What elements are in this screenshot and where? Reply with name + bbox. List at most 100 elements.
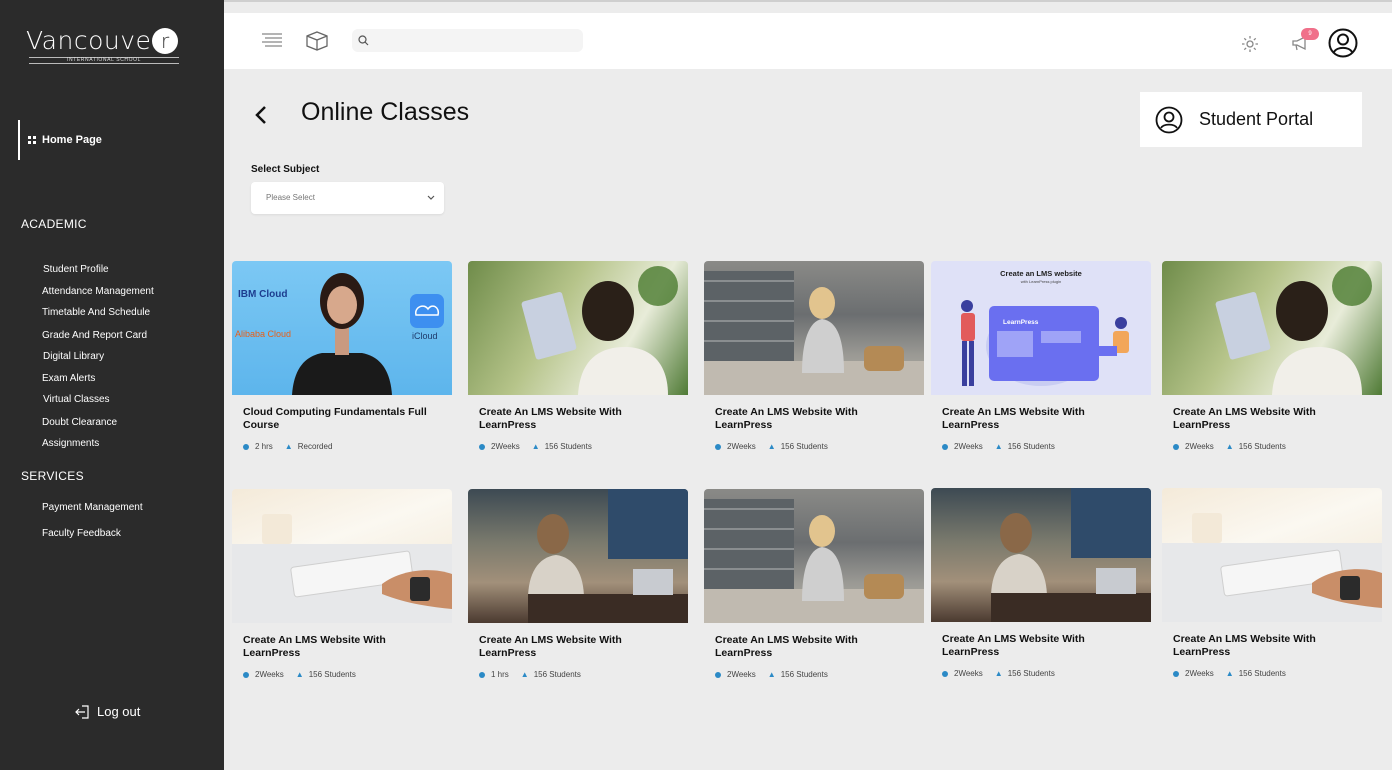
course-extra: 156 Students (780, 442, 828, 451)
course-title[interactable]: Create An LMS Website With LearnPress (1173, 633, 1373, 659)
course-card[interactable]: Create An LMS Website With LearnPress 2W… (1162, 488, 1382, 678)
graduation-cap-icon: ▲ (284, 442, 293, 451)
user-avatar-icon[interactable] (1328, 28, 1358, 58)
search-icon (358, 35, 369, 46)
subject-select[interactable]: Please Select (251, 182, 444, 214)
desk-keyboard-photo (1162, 513, 1382, 622)
nav-student-profile[interactable]: Student Profile (43, 264, 109, 275)
section-services: SERVICES (21, 469, 84, 483)
course-thumbnail (704, 261, 924, 395)
nav-digital-library[interactable]: Digital Library (43, 351, 104, 362)
nav-assignments[interactable]: Assignments (42, 438, 99, 449)
course-title[interactable]: Create An LMS Website With LearnPress (942, 633, 1142, 659)
graduation-cap-icon: ▲ (1225, 669, 1234, 678)
clock-icon (942, 443, 948, 450)
course-card[interactable]: Create An LMS Website With LearnPress 2W… (232, 489, 452, 679)
course-meta: 2Weeks ▲ 156 Students (715, 670, 828, 679)
ibm-cloud-text: IBM Cloud (238, 289, 288, 300)
student-portal-card: Student Portal (1140, 92, 1362, 147)
course-title[interactable]: Create An LMS Website With LearnPress (479, 634, 679, 660)
course-duration: 2Weeks (491, 442, 520, 451)
clock-icon (479, 443, 485, 450)
nav-doubt-clearance[interactable]: Doubt Clearance (42, 417, 117, 428)
course-extra: 156 Students (533, 670, 581, 679)
course-title[interactable]: Create An LMS Website With LearnPress (1173, 406, 1373, 432)
course-meta: 2Weeks ▲ 156 Students (1173, 669, 1286, 678)
course-title[interactable]: Create An LMS Website With LearnPress (715, 406, 915, 432)
course-extra: 156 Students (1007, 669, 1055, 678)
nav-virtual-classes[interactable]: Virtual Classes (43, 394, 110, 405)
course-extra: 156 Students (1238, 669, 1286, 678)
top-border (224, 0, 1392, 2)
course-duration: 1 hrs (491, 670, 509, 679)
nav-faculty-feedback[interactable]: Faculty Feedback (42, 528, 121, 539)
course-title[interactable]: Create An LMS Website With LearnPress (715, 634, 915, 660)
course-title[interactable]: Create An LMS Website With LearnPress (479, 406, 679, 432)
course-card[interactable]: Create an LMS website with LearnPress pl… (931, 261, 1151, 451)
course-card[interactable]: Create An LMS Website With LearnPress 2W… (704, 489, 924, 679)
box-icon[interactable] (306, 31, 328, 51)
clock-icon (715, 671, 721, 678)
course-thumbnail (468, 489, 688, 623)
course-thumbnail: Create an LMS website with LearnPress pl… (931, 261, 1151, 395)
notification-badge: 9 (1301, 28, 1319, 40)
nav-exam-alerts[interactable]: Exam Alerts (42, 373, 95, 384)
clock-icon (243, 671, 249, 678)
course-title[interactable]: Create An LMS Website With LearnPress (942, 406, 1142, 432)
course-meta: 2Weeks ▲ 156 Students (243, 670, 356, 679)
logout-label: Log out (97, 704, 141, 719)
graduation-cap-icon: ▲ (994, 669, 1003, 678)
menu-icon[interactable] (262, 33, 282, 48)
course-thumbnail (468, 261, 688, 395)
course-card[interactable]: Create An LMS Website With LearnPress 2W… (468, 261, 688, 451)
course-card[interactable]: Create An LMS Website With LearnPress 1 … (468, 489, 688, 679)
clock-icon (942, 670, 948, 677)
search-bar[interactable] (352, 29, 583, 52)
grid-icon (28, 136, 36, 144)
subject-select-placeholder: Please Select (266, 193, 315, 202)
search-input[interactable] (374, 29, 579, 52)
logo-word: Vancouve (26, 26, 152, 55)
nav-timetable[interactable]: Timetable And Schedule (42, 307, 150, 318)
course-extra: 156 Students (780, 670, 828, 679)
course-duration: 2Weeks (1185, 669, 1214, 678)
school-logo[interactable]: Vancouve r INTERNATIONAL SCHOOL (26, 26, 186, 66)
course-thumbnail (232, 489, 452, 623)
course-thumbnail (1162, 261, 1382, 395)
nav-payment-management[interactable]: Payment Management (42, 502, 143, 513)
course-extra: Recorded (297, 442, 333, 451)
graduation-cap-icon: ▲ (531, 442, 540, 451)
portal-label: Student Portal (1199, 109, 1314, 129)
course-extra: 156 Students (308, 670, 356, 679)
reading-man-photo (704, 271, 924, 395)
settings-gear-icon[interactable] (1241, 35, 1259, 53)
user-circle-icon (1155, 106, 1183, 133)
nav-home-label: Home Page (42, 134, 102, 146)
course-card[interactable]: IBM Cloud Alibaba Cloud iCloud Cloud Com… (232, 261, 452, 451)
reading-woman-photo (1215, 266, 1372, 395)
course-thumbnail (704, 489, 924, 623)
nav-attendance-management[interactable]: Attendance Management (42, 286, 154, 297)
course-duration: 2Weeks (1185, 442, 1214, 451)
top-bar: 9 (224, 13, 1392, 69)
course-meta: 2Weeks ▲ 156 Students (1173, 442, 1286, 451)
nav-grade-report-card[interactable]: Grade And Report Card (42, 330, 147, 341)
section-academic: ACADEMIC (21, 217, 87, 231)
course-title[interactable]: Cloud Computing Fundamentals Full Course (243, 406, 443, 432)
lms-sub-text: with LearnPress plugin (1020, 279, 1062, 284)
nav-home-page[interactable]: Home Page (18, 120, 102, 160)
clock-icon (479, 671, 485, 678)
course-meta: 2 hrs ▲ Recorded (243, 442, 332, 451)
logo-subtitle: INTERNATIONAL SCHOOL (29, 57, 179, 64)
course-meta: 2Weeks ▲ 156 Students (479, 442, 592, 451)
course-card[interactable]: Create An LMS Website With LearnPress 2W… (931, 488, 1151, 678)
course-title[interactable]: Create An LMS Website With LearnPress (243, 634, 443, 660)
course-card[interactable]: Create An LMS Website With LearnPress 2W… (704, 261, 924, 451)
logout-button[interactable]: Log out (75, 704, 140, 719)
icloud-text: iCloud (412, 331, 438, 341)
course-thumbnail: IBM Cloud Alibaba Cloud iCloud (232, 261, 452, 395)
course-duration: 2Weeks (954, 669, 983, 678)
course-card[interactable]: Create An LMS Website With LearnPress 2W… (1162, 261, 1382, 451)
back-arrow-icon[interactable] (253, 104, 269, 126)
graduation-cap-icon: ▲ (1225, 442, 1234, 451)
